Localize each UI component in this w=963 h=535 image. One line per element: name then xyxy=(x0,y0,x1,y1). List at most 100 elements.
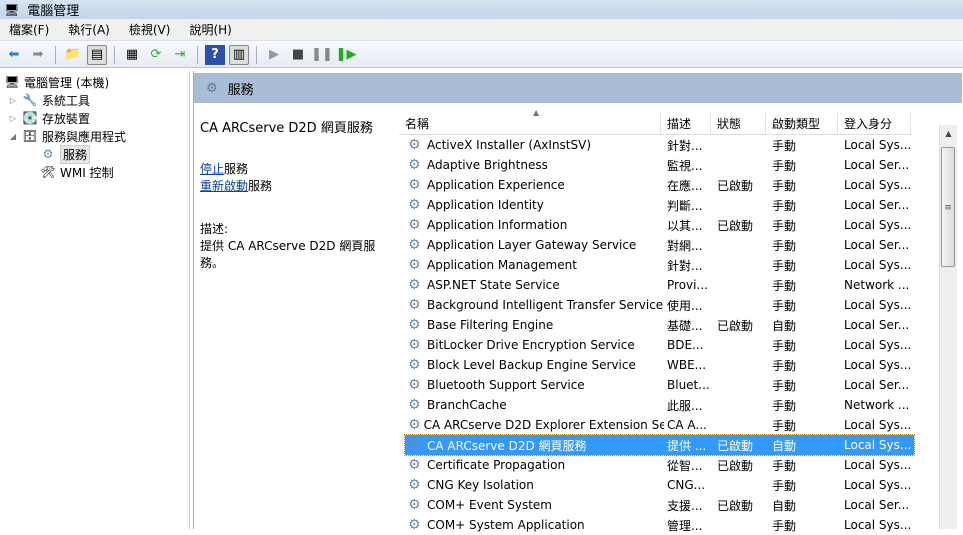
service-row[interactable]: ⚙ Application Information 以其... 已啟動 手動 Local … xyxy=(405,215,914,235)
help-icon[interactable]: ? xyxy=(205,44,225,65)
service-row[interactable]: ⚙ ASP.NET State Service Provi... 手動 Network … xyxy=(405,275,914,295)
column-name[interactable]: 名稱 xyxy=(399,113,661,134)
console-tree: 🖥 電腦管理 (本機) ▷ 🔧 系統工具 ▷ 💽 存放裝置 ◢ 🗄 服務與應用程式 ⚙ 服務 🛠… xyxy=(0,71,190,529)
gear-icon: ⚙ xyxy=(408,317,421,333)
pause-icon[interactable]: ❚❚ xyxy=(311,45,333,65)
restart-service-link[interactable]: 重新啟動 xyxy=(200,179,248,193)
gear-icon: ⚙ xyxy=(408,337,421,353)
menu-view[interactable]: 檢視(V) xyxy=(129,21,171,38)
menu-action[interactable]: 執行(A) xyxy=(68,21,110,38)
start-icon[interactable]: ▶ xyxy=(264,45,284,65)
show-action-pane-icon[interactable]: ▥ xyxy=(229,44,249,65)
column-description[interactable]: 描述 xyxy=(661,113,711,134)
service-startup-type: 手動 xyxy=(772,298,797,313)
service-row[interactable]: ⚙ Block Level Backup Engine Service WBE...… xyxy=(405,355,914,375)
service-startup-type: 自動 xyxy=(772,438,797,453)
service-name: ⚙ Application Management xyxy=(408,257,577,273)
gear-icon: ⚙ xyxy=(408,277,421,293)
forward-icon[interactable]: ➡ xyxy=(28,45,48,65)
service-description: 針對... xyxy=(667,138,703,153)
service-row[interactable]: ⚙ CA ARCserve D2D 網頁服務 提供 ... 已啟動 自動 Local Sy… xyxy=(404,434,915,456)
tree-item-services-apps[interactable]: ◢ 🗄 服務與應用程式 xyxy=(8,127,126,145)
service-status: 已啟動 xyxy=(717,218,754,233)
service-name: ⚙ COM+ Event System xyxy=(408,497,552,513)
collapse-icon[interactable]: ◢ xyxy=(8,132,18,141)
service-description: Provi... xyxy=(667,278,708,292)
service-row[interactable]: ⚙ CA ARCserve D2D Explorer Extension Se..… xyxy=(405,415,914,435)
service-description: 從智... xyxy=(667,458,703,473)
services-list: 名稱 描述 狀態 啟動類型 登入身分 ▲ ⚙ ActiveX Installer … xyxy=(399,105,962,533)
service-row[interactable]: ⚙ Application Management 針對... 手動 Local Sys.… xyxy=(405,255,914,275)
service-row[interactable]: ⚙ Background Intelligent Transfer Service… xyxy=(405,295,914,315)
service-row[interactable]: ⚙ BranchCache 此服... 手動 Network ... xyxy=(405,395,914,415)
service-row[interactable]: ⚙ Application Experience 在應... 已啟動 手動 Local S… xyxy=(405,175,914,195)
service-description: Bluet... xyxy=(667,378,710,392)
service-description: 針對... xyxy=(667,258,703,273)
service-log-on-as: Local Sys... xyxy=(844,338,912,352)
service-startup-type: 自動 xyxy=(772,318,797,333)
tree-item-services[interactable]: ⚙ 服務 xyxy=(40,144,91,164)
tree-item-system-tools[interactable]: ▷ 🔧 系統工具 xyxy=(8,91,90,109)
service-row[interactable]: ⚙ ActiveX Installer (AxInstSV) 針對... 手動 Loca… xyxy=(405,135,914,155)
service-log-on-as: Local Sys... xyxy=(844,458,912,472)
export-list-icon[interactable]: ⇥ xyxy=(170,45,190,65)
scroll-up-icon[interactable]: ▲ xyxy=(940,129,957,138)
properties-icon[interactable]: ▦ xyxy=(122,45,142,65)
stop-service-link[interactable]: 停止 xyxy=(200,162,224,176)
service-name: ⚙ Certificate Propagation xyxy=(408,457,566,473)
gear-icon: ⚙ xyxy=(408,237,421,253)
column-startup-type[interactable]: 啟動類型 xyxy=(766,113,838,134)
tree-item-wmi[interactable]: 🛠 WMI 控制 xyxy=(40,163,113,181)
service-description: 以其... xyxy=(667,218,703,233)
stop-icon[interactable]: ■ xyxy=(288,45,308,65)
back-icon[interactable]: ⬅ xyxy=(4,45,24,65)
service-startup-type: 手動 xyxy=(772,478,797,493)
service-description: 使用... xyxy=(667,298,703,313)
service-row[interactable]: ⚙ Application Layer Gateway Service 對網... 手… xyxy=(405,235,914,255)
service-description: 管理... xyxy=(667,518,703,533)
computer-icon: 🖥 xyxy=(4,75,20,89)
service-row[interactable]: ⚙ Certificate Propagation 從智... 已啟動 手動 Local … xyxy=(405,455,914,475)
restart-icon[interactable]: ❚▶ xyxy=(336,45,357,65)
column-status[interactable]: 狀態 xyxy=(711,113,766,134)
service-startup-type: 手動 xyxy=(772,378,797,393)
service-log-on-as: Local Sys... xyxy=(844,178,912,192)
service-row[interactable]: ⚙ COM+ Event System 支援... 已啟動 自動 Local Ser... xyxy=(405,495,914,515)
service-name: ⚙ CNG Key Isolation xyxy=(408,477,534,493)
list-header: 名稱 描述 狀態 啟動類型 登入身分 xyxy=(399,113,911,135)
tree-root[interactable]: 🖥 電腦管理 (本機) xyxy=(4,73,109,91)
extended-description: CA ARCserve D2D 網頁服務 停止服務 重新啟動服務 描述: 提供 … xyxy=(200,117,396,271)
service-row[interactable]: ⚙ CNG Key Isolation CNG... 手動 Local Sys... xyxy=(405,475,914,495)
gear-icon: ⚙ xyxy=(408,297,421,313)
service-description: WBE... xyxy=(667,358,707,372)
service-description: 監視... xyxy=(667,158,703,173)
service-row[interactable]: ⚙ Adaptive Brightness 監視... 手動 Local Ser... xyxy=(405,155,914,175)
service-row[interactable]: ⚙ COM+ System Application 管理... 手動 Local Sys… xyxy=(405,515,914,535)
scrollbar-thumb[interactable]: ≡ xyxy=(941,147,955,267)
service-row[interactable]: ⚙ Application Identity 判斷... 手動 Local Ser... xyxy=(405,195,914,215)
expand-icon[interactable]: ▷ xyxy=(8,96,18,105)
gear-icon: ⚙ xyxy=(408,417,421,433)
menu-help[interactable]: 說明(H) xyxy=(189,21,231,38)
service-name: ⚙ Bluetooth Support Service xyxy=(408,377,585,393)
up-folder-icon[interactable]: 📁 xyxy=(63,45,83,65)
service-description: 判斷... xyxy=(667,198,703,213)
gear-icon: ⚙ xyxy=(408,157,421,173)
menu-file[interactable]: 檔案(F) xyxy=(9,21,49,38)
service-row[interactable]: ⚙ Base Filtering Engine 基礎... 已啟動 自動 Local Se… xyxy=(405,315,914,335)
window-title: 電腦管理 xyxy=(27,4,80,19)
service-row[interactable]: ⚙ Bluetooth Support Service Bluet... 手動 Loca… xyxy=(405,375,914,395)
service-status: 已啟動 xyxy=(717,178,754,193)
tree-item-storage[interactable]: ▷ 💽 存放裝置 xyxy=(8,109,90,127)
storage-icon: 💽 xyxy=(22,111,38,125)
service-log-on-as: Local Ser... xyxy=(844,318,910,332)
service-startup-type: 手動 xyxy=(772,418,797,433)
gear-icon: ⚙ xyxy=(408,377,421,393)
service-row[interactable]: ⚙ BitLocker Drive Encryption Service BDE..… xyxy=(405,335,914,355)
expand-icon[interactable]: ▷ xyxy=(8,114,18,123)
refresh-icon[interactable]: ⟳ xyxy=(146,45,166,65)
column-log-on-as[interactable]: 登入身分 xyxy=(838,113,911,134)
vertical-scrollbar[interactable]: ▲ ≡ xyxy=(939,125,957,529)
show-hide-tree-icon[interactable]: ▤ xyxy=(87,44,107,65)
gear-icon: ⚙ xyxy=(408,357,421,373)
